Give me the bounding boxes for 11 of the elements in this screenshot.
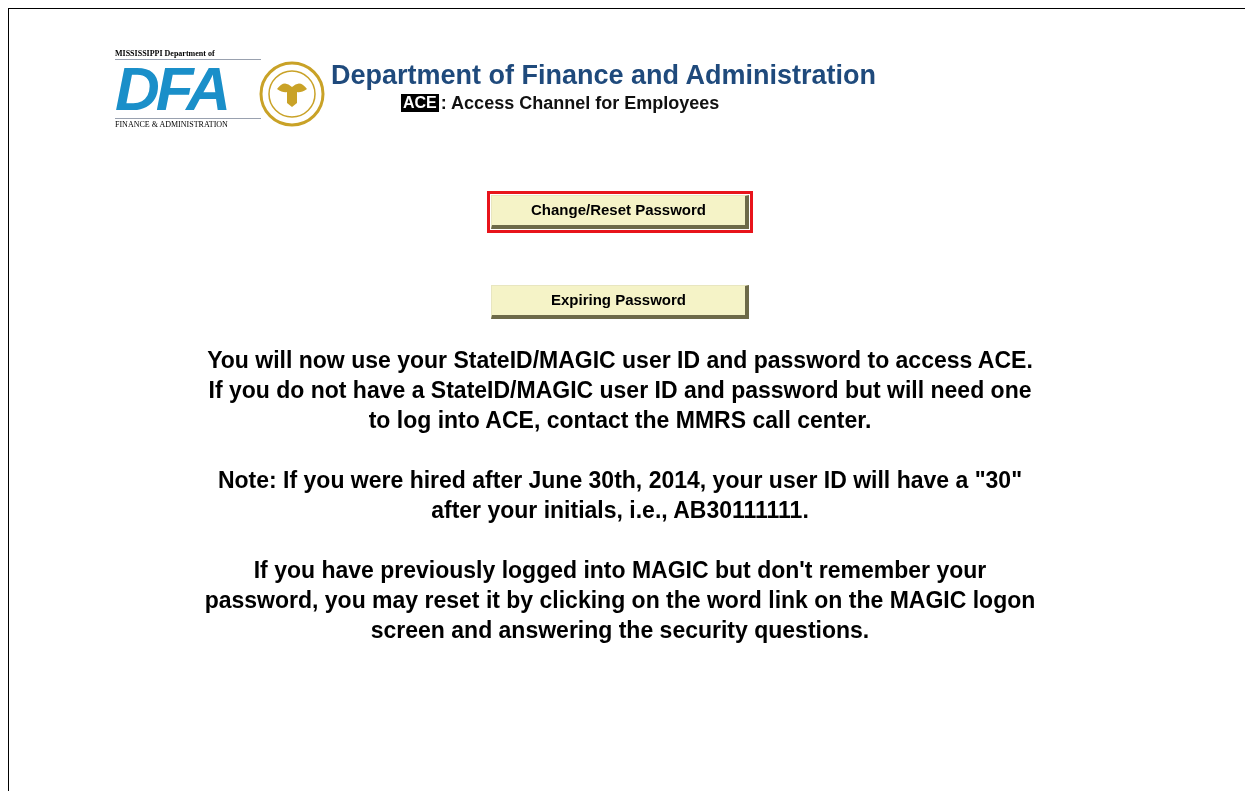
state-seal-icon xyxy=(259,59,325,129)
password-button[interactable]: Expiring Password xyxy=(491,285,749,319)
info-paragraph: Note: If you were hired after June 30th, 2014, your user ID will have a "30" after your initials, i.e., AB30111111. xyxy=(217,466,1023,525)
logo-bottom-text: FINANCE & ADMINISTRATION xyxy=(115,119,229,131)
info-paragraph: You will now use your StateID/MAGIC user ID and password to access ACE. If you do not have a StateID/MAGIC user ID and password but will need one to log into ACE, contact the MMRS call center. xyxy=(207,346,1033,435)
page-title: Department of Finance and Administration xyxy=(331,59,877,91)
logo-top-text: MISSISSIPPI Department of xyxy=(115,49,216,59)
ace-badge: ACE xyxy=(401,94,439,112)
info-paragraph: If you have previously logged into MAGIC but don't remember your password, you may reset it by clicking on the word link on the MAGIC logon screen and answering the security questions. xyxy=(204,556,1036,645)
page-subtitle: : Access Channel for Employees xyxy=(440,93,720,113)
password-button[interactable]: Change/Reset Password xyxy=(491,195,749,229)
